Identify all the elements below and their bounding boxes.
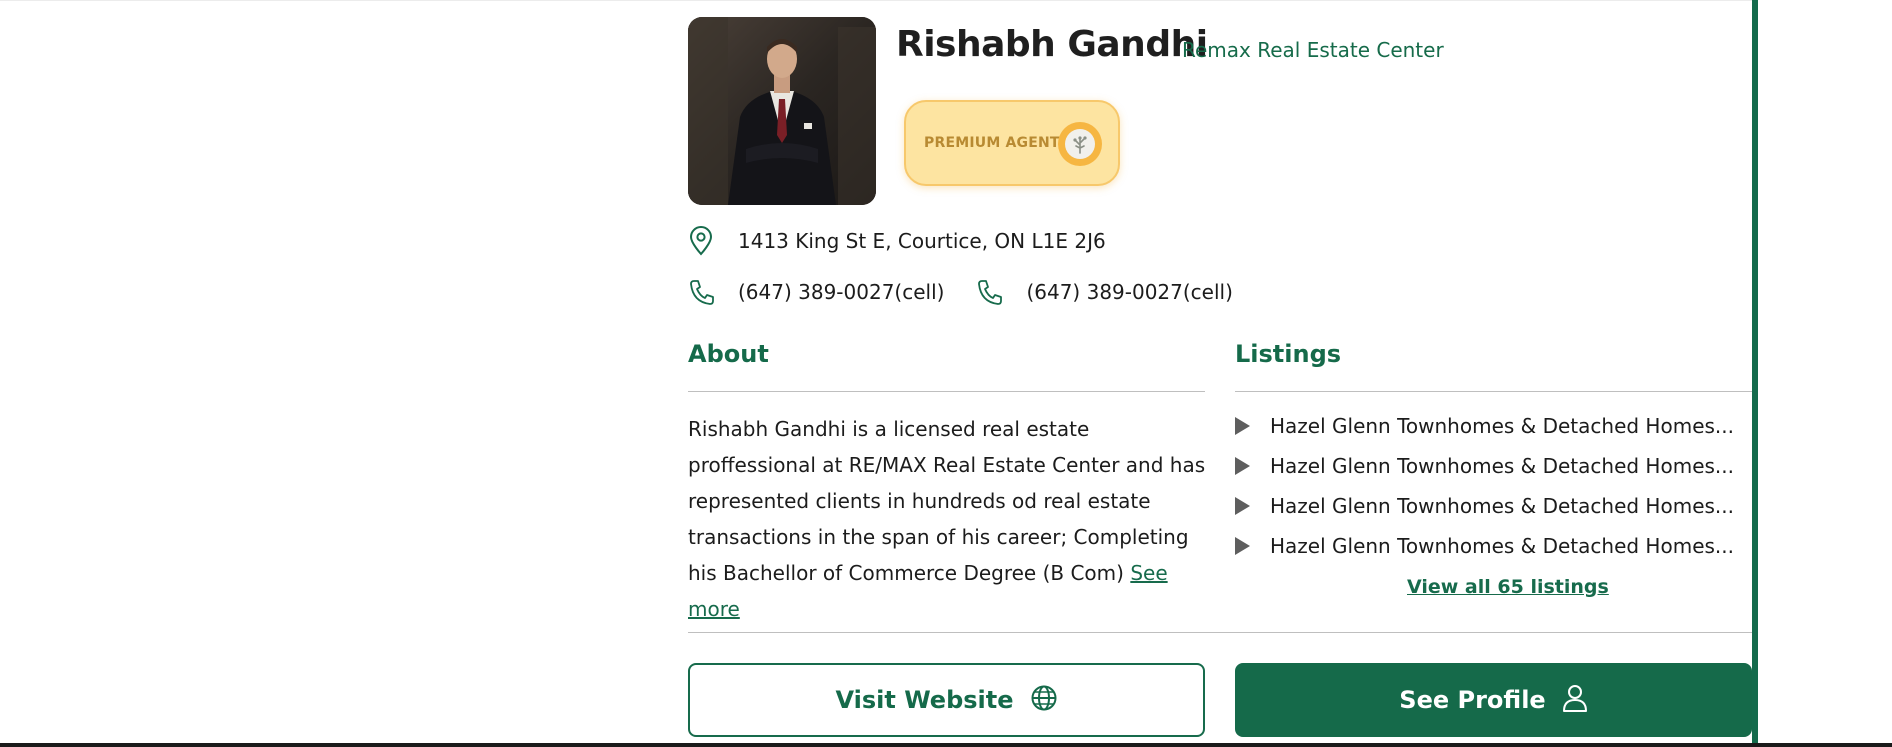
see-profile-label: See Profile <box>1399 686 1546 714</box>
listing-item[interactable]: Hazel Glenn Townhomes & Detached Homes..… <box>1235 534 1734 558</box>
globe-icon <box>1030 684 1058 716</box>
phone-icon <box>688 278 716 306</box>
right-accent-bar <box>1752 0 1758 747</box>
play-triangle-icon <box>1235 457 1250 475</box>
listings-divider <box>1235 391 1752 392</box>
user-icon <box>1562 684 1588 716</box>
phone-number-1[interactable]: (647) 389-0027(cell) <box>738 280 944 304</box>
map-pin-icon <box>688 226 714 256</box>
agent-name: Rishabh Gandhi <box>896 24 1208 65</box>
listings-heading: Listings <box>1235 340 1342 368</box>
about-body: Rishabh Gandhi is a licensed real estate… <box>688 417 1206 585</box>
actions-divider <box>688 632 1752 633</box>
visit-website-label: Visit Website <box>835 686 1014 714</box>
play-triangle-icon <box>1235 537 1250 555</box>
play-triangle-icon <box>1235 417 1250 435</box>
about-divider <box>688 391 1205 392</box>
listing-item[interactable]: Hazel Glenn Townhomes & Detached Homes..… <box>1235 494 1734 518</box>
premium-agent-badge: PREMIUM AGENT <box>904 100 1120 186</box>
about-heading: About <box>688 340 769 368</box>
address-row: 1413 King St E, Courtice, ON L1E 2J6 <box>688 226 1106 256</box>
phone-row: (647) 389-0027(cell) (647) 389-0027(cell… <box>688 278 1233 306</box>
about-text: Rishabh Gandhi is a licensed real estate… <box>688 411 1218 627</box>
see-profile-button[interactable]: See Profile <box>1235 663 1752 737</box>
play-triangle-icon <box>1235 497 1250 515</box>
listing-title: Hazel Glenn Townhomes & Detached Homes..… <box>1270 454 1734 478</box>
badge-label: PREMIUM AGENT <box>924 135 1060 151</box>
listing-title: Hazel Glenn Townhomes & Detached Homes..… <box>1270 534 1734 558</box>
visit-website-button[interactable]: Visit Website <box>688 663 1205 737</box>
brokerage-name: Remax Real Estate Center <box>1182 38 1444 62</box>
listing-item[interactable]: Hazel Glenn Townhomes & Detached Homes..… <box>1235 414 1734 438</box>
listing-title: Hazel Glenn Townhomes & Detached Homes..… <box>1270 494 1734 518</box>
listing-title: Hazel Glenn Townhomes & Detached Homes..… <box>1270 414 1734 438</box>
view-all-listings-link[interactable]: View all 65 listings <box>1407 576 1609 598</box>
agent-photo <box>688 17 876 205</box>
listing-item[interactable]: Hazel Glenn Townhomes & Detached Homes..… <box>1235 454 1734 478</box>
phone-number-2[interactable]: (647) 389-0027(cell) <box>1026 280 1232 304</box>
agent-card: Rishabh Gandhi Remax Real Estate Center … <box>688 0 1752 743</box>
bottom-border <box>0 743 1892 747</box>
medal-icon <box>1058 122 1102 166</box>
phone-icon <box>976 278 1004 306</box>
address-text: 1413 King St E, Courtice, ON L1E 2J6 <box>738 229 1106 253</box>
